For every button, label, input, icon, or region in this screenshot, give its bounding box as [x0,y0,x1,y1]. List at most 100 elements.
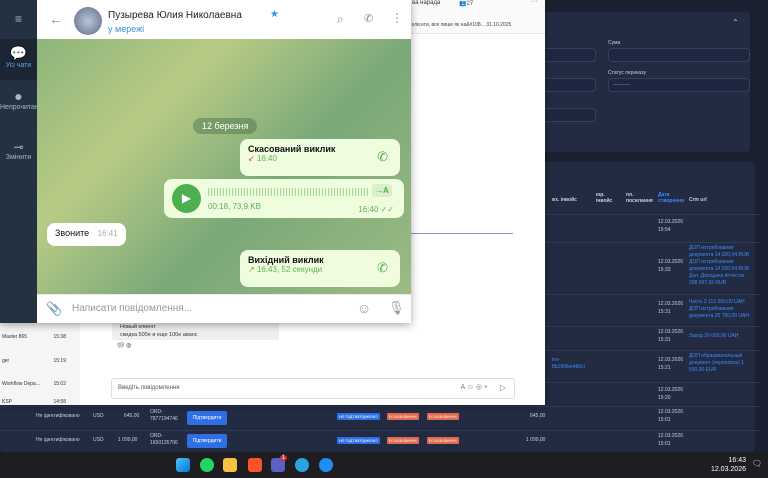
play-button[interactable]: ▶ [172,184,201,213]
order-id: ORD-1650135706 [150,433,178,446]
date: 12.03.2026 [658,433,684,439]
emoji-icon[interactable]: ☺ [357,300,371,316]
avatar[interactable] [74,7,102,35]
currency: USD [93,413,104,419]
sum-label: Сума [608,40,621,46]
status: Не ідентифіковано [36,437,80,443]
crm-link[interactable]: Часть 2 113 300,00 UAH ДОП истребование д… [689,299,749,320]
date: 12.03.2026 [658,357,684,363]
voice-time: 16:40 ✓✓ [358,205,394,214]
status-label: Статус переказу [608,70,647,76]
waveform[interactable] [208,188,368,196]
read-check-icon: ✓✓ [380,205,394,214]
chat-item[interactable]: KSP 14:58 [2,399,78,405]
pinned-message[interactable]: клієнти, все пише як на&#108... 31.10.20… [412,22,511,28]
sum-input[interactable] [608,48,750,62]
back-arrow-icon[interactable]: ← [49,11,63,27]
status-select[interactable]: ---------- [608,78,750,92]
search-icon[interactable]: ⌕ [337,12,344,27]
status-badge: В ОЧІКУВАННІ [427,437,459,444]
voice-duration: 00:18, 73,9 KB [208,202,261,211]
status-badge: В ОЧІКУВАННІ [387,413,419,420]
crm-link[interactable]: ДОП истребование документа 14 020,04 RUB… [689,245,749,287]
more-vert-icon[interactable]: ⋮ [391,11,403,25]
online-status: у мережі [108,24,145,34]
sidebar-item-all-chats[interactable]: 💬 Усі чати [0,39,37,80]
sliders-icon: ⊸ [13,140,24,154]
crm-link[interactable]: ДОП образовательный документ (переплата)… [689,353,745,374]
table-row: Не ідентифіковано USD 645,00 ORD-7877194… [0,406,760,430]
missed-call-arrow-icon: ↙ [248,154,255,163]
value: 645,00 [530,413,546,419]
whatsapp-icon[interactable] [200,458,214,472]
teams-icon[interactable]: 1 [271,455,287,472]
brave-icon[interactable] [248,458,262,472]
status-badge: НЕ ПІДТВЕРДЖЕНО [337,437,380,444]
date-separator: 12 березня [193,118,258,134]
header-created-date[interactable]: Дата створення [658,192,684,204]
file-explorer-icon[interactable] [223,458,237,472]
time: 15:31 [658,337,671,343]
date: 12.03.2026 [658,219,684,225]
order-id: ORD-7877194746 [150,409,178,422]
time: 15:33 [658,267,671,273]
message-composer: 📎 Написати повідомлення... ☺ 🎙 [37,294,411,323]
notifications-icon[interactable]: 🗨 [752,459,762,468]
more-icon[interactable]: ··· [531,0,538,5]
time: 15:20 [658,395,671,401]
telegram-window: ≡ 💬Усі чати ●Непрочитано ⊸Змінити ← Пузы… [0,0,411,323]
send-icon[interactable]: ▷ [500,383,506,392]
chats-icon: 💬 [9,45,28,61]
attach-icon[interactable]: 📎 [46,301,62,317]
chat-item[interactable]: Workflow Depa... 15:02 [2,381,78,387]
reaction-icons[interactable]: 🥽 ◎ [117,342,131,349]
divider [411,233,513,234]
phone-icon[interactable]: ✆ [364,12,373,25]
compose-tools-icon[interactable]: A ☺ ◎ + [461,383,488,391]
microphone-icon[interactable]: 🎙 [388,300,405,316]
sidebar-item-unread[interactable]: ●Непрочитано [0,86,37,111]
clock[interactable]: 16:43 12.03.2026 [711,456,746,474]
header-crm-url: Crm url [689,197,707,203]
message-call-cancelled[interactable]: Скасований виклик ↙ 16:40 ✆ [240,139,400,176]
chat-item[interactable]: Master 865 15:38 [2,334,78,340]
message-incoming[interactable]: Звоните 16:41 [47,223,126,246]
participants-icon[interactable]: 👥27 [459,0,473,7]
teams-chat-list: Master 865 15:38 ger 15:19 Workflow Depa..… [0,323,80,405]
status-badge: НЕ ПІДТВЕРДЖЕНО [337,413,380,420]
header-in-invoice: вх. інвойс [552,197,577,203]
chat-header: ← Пузырева Юлия Николаевна ★ у мережі ⌕ … [37,3,411,39]
amount: 645,00 [124,413,140,419]
call-icon[interactable]: ✆ [377,149,388,165]
telegram-icon[interactable] [295,458,309,472]
message-voice[interactable]: ▶ →A 00:18, 73,9 KB 16:40 ✓✓ [164,179,404,218]
date: 12.03.2026 [658,329,684,335]
messenger-icon[interactable] [319,458,333,472]
date: 12.03.2026 [658,259,684,265]
telegram-sidebar: ≡ 💬Усі чати ●Непрочитано ⊸Змінити [0,0,37,323]
teams-header: ва нарада 👥27 ··· клієнти, все пише як н… [411,0,545,34]
crm-link[interactable]: Заход 26 000,00 UAH [689,333,738,340]
transcribe-button[interactable]: →A [372,184,392,197]
user-icon: ● [14,88,23,104]
header-payment-link: пл. посилання [626,192,653,204]
collapse-chevron-icon[interactable]: ⌃ [732,18,739,27]
contact-name[interactable]: Пузырева Юлия Николаевна [108,10,242,21]
confirm-button[interactable]: Підтвердити [187,434,227,448]
message-call-outgoing[interactable]: Вихідний виклик ↗ 16:43, 52 секунди ✆ [240,250,400,287]
chat-time: 14:58 [53,399,66,405]
time: 15:31 [658,309,671,315]
call-icon[interactable]: ✆ [377,260,388,276]
menu-icon[interactable]: ≡ [0,12,37,26]
currency: USD [93,437,104,443]
message-input[interactable]: Написати повідомлення... [72,303,192,314]
invoice-link[interactable]: inv-8b1f06be4b0cl [552,357,585,371]
windows-start-icon[interactable] [176,458,190,472]
time: 15:01 [658,441,671,447]
sidebar-item-edit[interactable]: ⊸ Змінити [0,140,37,161]
teams-message-input[interactable]: Введіть повідомлення ▷ A ☺ ◎ + [111,378,515,399]
date: 12.03.2026 [658,301,684,307]
chat-item[interactable]: ger 15:19 [2,358,78,364]
confirm-button[interactable]: Підтвердити [187,411,227,425]
date: 12.03.2026 [658,387,684,393]
